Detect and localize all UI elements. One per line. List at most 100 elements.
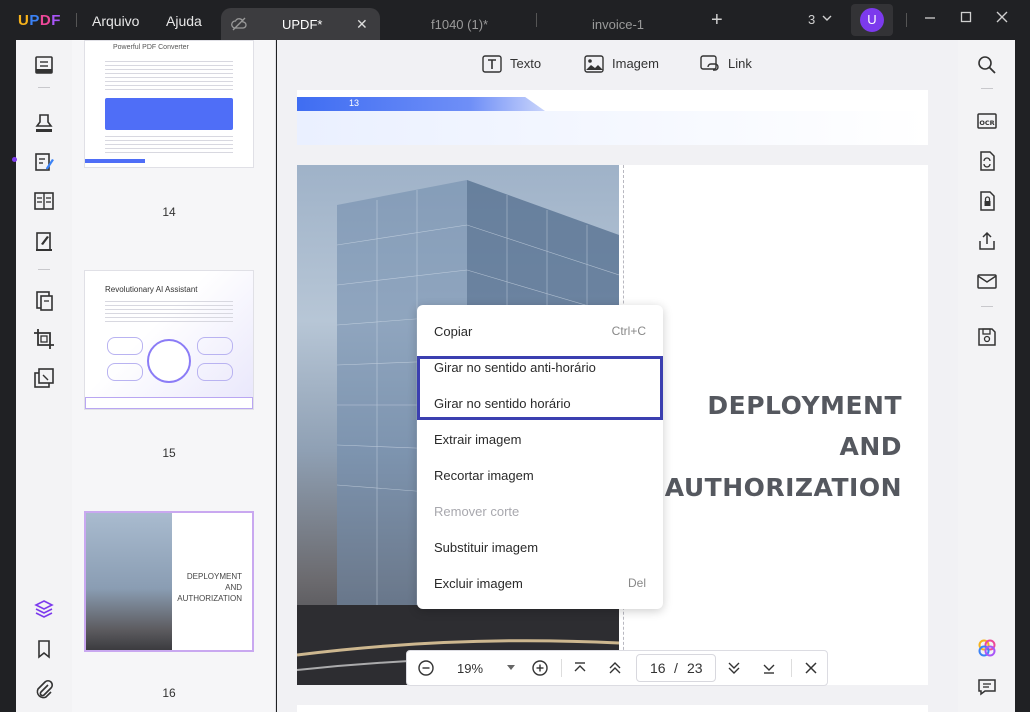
window-edge bbox=[1015, 40, 1030, 712]
thumb-bottom-strip bbox=[85, 397, 253, 409]
crop-icon[interactable] bbox=[32, 327, 56, 351]
menu-item-rotate-clockwise[interactable]: Girar no sentido horário bbox=[434, 396, 571, 411]
divider bbox=[38, 269, 50, 270]
comment-highlighter-icon[interactable] bbox=[32, 111, 56, 135]
zoom-in-icon[interactable] bbox=[531, 659, 549, 677]
menu-item-replace-image[interactable]: Substituir imagem bbox=[434, 540, 538, 555]
comment-icon[interactable] bbox=[976, 676, 998, 698]
divider bbox=[906, 13, 907, 27]
chevron-down-icon[interactable] bbox=[821, 12, 833, 24]
link-tool-icon[interactable] bbox=[700, 55, 720, 73]
image-tool-icon[interactable] bbox=[584, 55, 604, 73]
menu-item-remove-crop[interactable]: Remover corte bbox=[434, 504, 519, 519]
reader-icon[interactable] bbox=[32, 53, 56, 77]
svg-text:OCR: OCR bbox=[979, 119, 994, 127]
tab-f1040[interactable]: f1040 (1)* bbox=[380, 8, 536, 40]
context-menu: Copiar Ctrl+C Girar no sentido anti-horá… bbox=[417, 305, 663, 609]
tab-updf[interactable]: UPDF* ✕ bbox=[221, 8, 380, 40]
page-number-16: 16 bbox=[162, 686, 176, 700]
close-tab-icon[interactable]: ✕ bbox=[356, 16, 368, 33]
page-13: 13 bbox=[297, 90, 928, 145]
maximize-icon[interactable] bbox=[959, 10, 973, 24]
form-icon[interactable] bbox=[32, 189, 56, 213]
thumb-text-lines bbox=[105, 136, 233, 154]
link-tool-label[interactable]: Link bbox=[728, 56, 752, 71]
thumb-text-lines bbox=[105, 301, 233, 325]
thumbnail-page-14[interactable]: Powerful PDF Converter bbox=[84, 40, 254, 168]
thumb-building-image bbox=[86, 513, 172, 650]
thumbnail-page-15[interactable]: Revolutionary AI Assistant bbox=[84, 270, 254, 410]
page-header-banner bbox=[297, 97, 545, 111]
tab-label: f1040 (1)* bbox=[431, 17, 489, 32]
ocr-icon[interactable]: OCR bbox=[976, 110, 998, 132]
menu-item-delete-image[interactable]: Excluir imagem bbox=[434, 576, 523, 591]
left-toolbar bbox=[12, 40, 72, 712]
divider bbox=[38, 87, 50, 88]
email-icon[interactable] bbox=[976, 270, 998, 292]
zoom-dropdown-icon[interactable] bbox=[506, 664, 516, 672]
menu-item-crop-image[interactable]: Recortar imagem bbox=[434, 468, 534, 483]
bookmark-icon[interactable] bbox=[32, 637, 56, 661]
save-icon[interactable] bbox=[976, 326, 998, 348]
thumb-title: DEPLOYMENT AND AUTHORIZATION bbox=[177, 572, 242, 603]
thumb-ai-circle bbox=[147, 339, 191, 383]
close-nav-icon[interactable] bbox=[803, 660, 819, 676]
previous-page-icon[interactable] bbox=[607, 660, 623, 676]
current-page-input[interactable]: 16 bbox=[650, 660, 666, 676]
text-tool-icon[interactable] bbox=[482, 55, 502, 73]
menu-item-extract-image[interactable]: Extrair imagem bbox=[434, 432, 521, 447]
thumbnail-page-16[interactable]: DEPLOYMENT AND AUTHORIZATION bbox=[84, 511, 254, 652]
shortcut-copy: Ctrl+C bbox=[611, 324, 646, 338]
title-bar: UPDF Arquivo Ajuda UPDF* ✕ f1040 (1)* in… bbox=[0, 0, 1030, 40]
zoom-out-icon[interactable] bbox=[417, 659, 435, 677]
divider bbox=[791, 659, 792, 677]
convert-icon[interactable] bbox=[976, 150, 998, 172]
zoom-level[interactable]: 19% bbox=[457, 661, 483, 676]
page-17 bbox=[297, 705, 928, 712]
sign-icon[interactable] bbox=[32, 230, 56, 254]
divider bbox=[981, 88, 993, 89]
thumb-feature-pill bbox=[197, 363, 233, 381]
menu-item-copy[interactable]: Copiar bbox=[434, 324, 472, 339]
total-pages: 23 bbox=[687, 660, 703, 676]
menu-arquivo[interactable]: Arquivo bbox=[92, 13, 139, 29]
search-icon[interactable] bbox=[976, 54, 998, 76]
page-navigation-bar: 19% 16 / 23 bbox=[406, 650, 828, 686]
page-heading: DEPLOYMENT AND AUTHORIZATION bbox=[642, 385, 902, 508]
updf-ai-icon[interactable] bbox=[976, 637, 998, 659]
layers-icon[interactable] bbox=[32, 597, 56, 621]
menu-item-rotate-counterclockwise[interactable]: Girar no sentido anti-horário bbox=[434, 360, 596, 375]
new-tab-icon[interactable]: + bbox=[711, 9, 723, 32]
page-input-box[interactable]: 16 / 23 bbox=[636, 654, 716, 682]
avatar[interactable]: U bbox=[860, 8, 884, 32]
window-count[interactable]: 3 bbox=[808, 12, 815, 27]
attachment-icon[interactable] bbox=[32, 677, 56, 701]
edit-toolbar: Texto Imagem Link bbox=[277, 40, 958, 90]
menu-ajuda[interactable]: Ajuda bbox=[166, 13, 202, 29]
organize-pages-icon[interactable] bbox=[32, 289, 56, 313]
updf-logo: UPDF bbox=[18, 12, 61, 29]
edit-pdf-icon[interactable] bbox=[32, 150, 56, 174]
page-tools-icon[interactable] bbox=[32, 366, 56, 390]
protect-icon[interactable] bbox=[976, 190, 998, 212]
text-tool-label[interactable]: Texto bbox=[510, 56, 541, 71]
close-window-icon[interactable] bbox=[995, 10, 1009, 24]
page-number-tag: 13 bbox=[349, 98, 360, 108]
divider bbox=[76, 13, 77, 27]
image-tool-label[interactable]: Imagem bbox=[612, 56, 659, 71]
tab-label: UPDF* bbox=[282, 17, 323, 32]
tab-invoice[interactable]: invoice-1 bbox=[537, 8, 697, 40]
last-page-icon[interactable] bbox=[761, 660, 777, 676]
thumb-feature-pill bbox=[197, 337, 233, 355]
page-separator: / bbox=[674, 660, 678, 676]
thumbnail-panel: Powerful PDF Converter 14 Revolutionary … bbox=[72, 40, 276, 712]
divider bbox=[561, 659, 562, 677]
heading-line-1: DEPLOYMENT AND bbox=[707, 391, 902, 461]
thumb-text-lines bbox=[105, 61, 233, 91]
next-page-icon[interactable] bbox=[726, 660, 742, 676]
thumb-title: Powerful PDF Converter bbox=[113, 44, 189, 51]
share-icon[interactable] bbox=[976, 230, 998, 252]
minimize-icon[interactable] bbox=[923, 10, 937, 24]
thumb-title: Revolutionary AI Assistant bbox=[105, 285, 198, 294]
first-page-icon[interactable] bbox=[572, 660, 588, 676]
